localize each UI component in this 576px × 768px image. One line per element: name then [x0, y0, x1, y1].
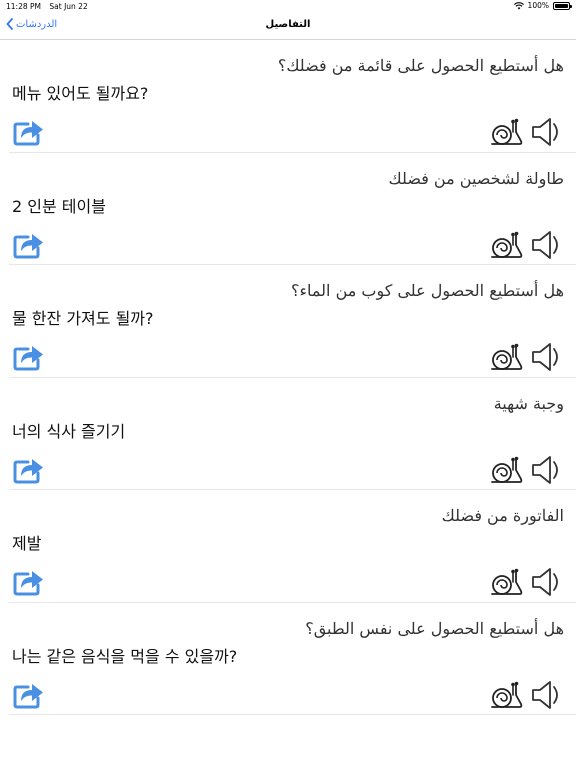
speaker-icon[interactable] [530, 229, 564, 261]
korean-translation: 제발 [12, 534, 42, 553]
speaker-icon[interactable] [530, 566, 564, 598]
arabic-phrase: طاولة لشخصين من فضلك [388, 168, 564, 188]
korean-translation: 나는 같은 음식을 먹을 수 있을까? [12, 646, 238, 666]
phrase-row: الفاتورة من فضلك 제발 [9, 490, 576, 603]
share-arrow-icon[interactable] [12, 454, 46, 484]
arabic-phrase: هل أستطيع الحصول على قائمة من فضلك؟ [277, 56, 564, 75]
korean-translation: 물 한잔 가져도 될까? [12, 309, 154, 328]
speaker-icon[interactable] [530, 341, 564, 373]
share-arrow-icon[interactable] [12, 116, 46, 146]
phrase-list: هل أستطيع الحصول على قائمة من فضلك؟ 메뉴 있… [0, 40, 576, 715]
phrase-row: هل أستطيع الحصول على كوب من الماء؟ 물 한잔 … [9, 265, 576, 378]
korean-translation: 너의 식사 즐기기 [12, 421, 126, 441]
page-title: التفاصيل [265, 19, 311, 30]
share-arrow-icon[interactable] [12, 566, 46, 596]
phrase-row: وجبة شهية 너의 식사 즐기기 [9, 378, 576, 490]
phrase-row: هل أستطيع الحصول على قائمة من فضلك؟ 메뉴 있… [9, 40, 576, 153]
snail-icon[interactable] [490, 679, 524, 711]
phrase-row: طاولة لشخصين من فضلك 2 인분 테이블 [9, 153, 576, 265]
status-time: 11:28 PM [6, 2, 41, 11]
share-arrow-icon[interactable] [12, 229, 46, 259]
battery-icon [553, 1, 572, 10]
nav-bar: الدردشات التفاصيل [0, 12, 576, 40]
battery-percent: 100% [527, 1, 549, 10]
speaker-icon[interactable] [530, 679, 564, 711]
snail-icon[interactable] [490, 341, 524, 373]
arabic-phrase: الفاتورة من فضلك [441, 506, 564, 525]
snail-icon[interactable] [490, 566, 524, 598]
wifi-icon [513, 1, 524, 9]
phrase-row: هل أستطيع الحصول على نفس الطبق؟ 나는 같은 음식… [9, 603, 576, 715]
status-date: Sat Jun 22 [49, 2, 88, 11]
korean-translation: 2 인분 테이블 [12, 196, 106, 216]
speaker-icon[interactable] [530, 454, 564, 486]
share-arrow-icon[interactable] [12, 679, 46, 709]
snail-icon[interactable] [490, 116, 524, 148]
arabic-phrase: هل أستطيع الحصول على نفس الطبق؟ [305, 618, 564, 638]
status-right: 100% [513, 1, 572, 10]
share-arrow-icon[interactable] [12, 341, 46, 371]
status-bar: 11:28 PM Sat Jun 22 100% [0, 0, 576, 12]
korean-translation: 메뉴 있어도 될까요? [12, 84, 149, 103]
speaker-icon[interactable] [530, 116, 564, 148]
snail-icon[interactable] [490, 229, 524, 261]
status-left: 11:28 PM Sat Jun 22 [6, 2, 94, 11]
arabic-phrase: وجبة شهية [493, 393, 564, 413]
snail-icon[interactable] [490, 454, 524, 486]
arabic-phrase: هل أستطيع الحصول على كوب من الماء؟ [291, 281, 564, 300]
